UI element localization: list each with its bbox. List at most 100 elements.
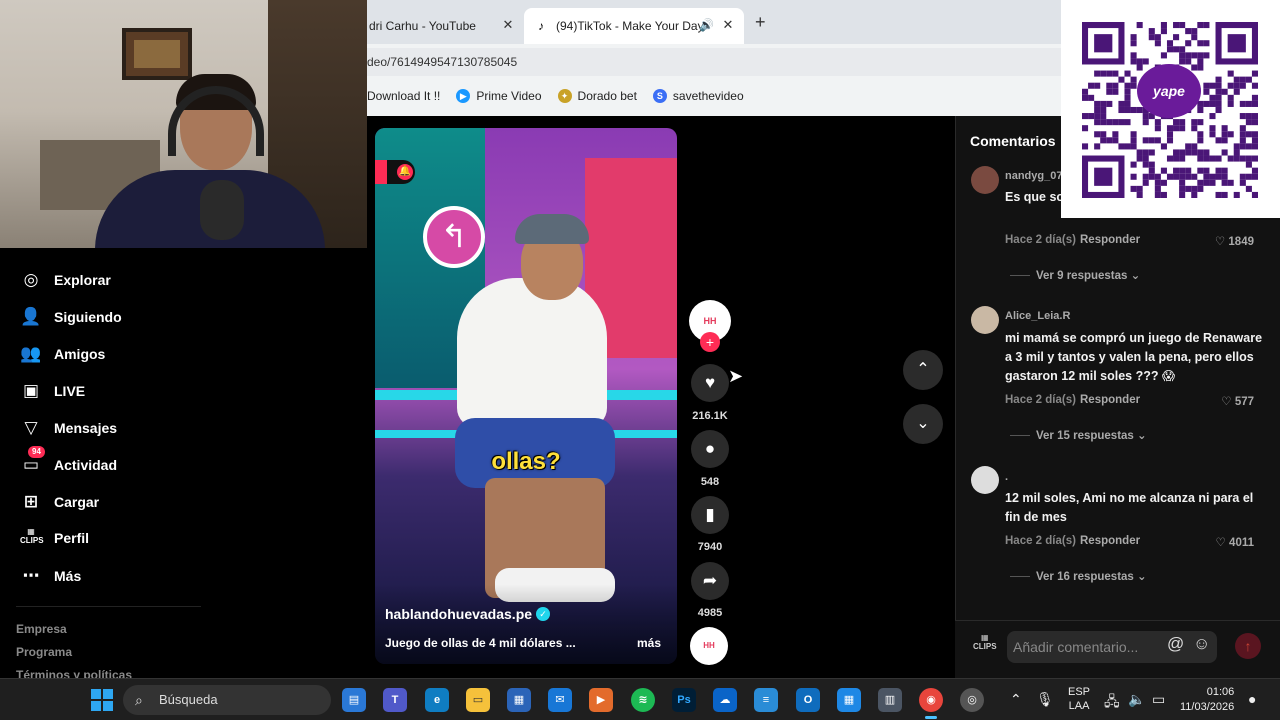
comment-like-button[interactable]: ♡ 577	[1221, 394, 1254, 408]
reply-button[interactable]: Responder	[1080, 234, 1140, 246]
qr-module	[1185, 40, 1192, 47]
teams-icon[interactable]: T	[383, 688, 407, 712]
spotify-icon[interactable]: ≋	[631, 688, 655, 712]
view-replies-button[interactable]: Ver 15 respuestas ⌄	[1010, 428, 1147, 442]
video-author[interactable]: hablandohuevadas.pe ✓	[385, 606, 551, 622]
media-player-icon[interactable]: ▶	[589, 688, 613, 712]
language-indicator[interactable]: ESP LAA	[1068, 685, 1090, 713]
share-count: 4985	[697, 607, 723, 619]
video-player[interactable]: ↰ 🔔 ollas? hablandohuevadas.pe ✓ Juego d…	[375, 128, 677, 664]
sidebar-item-amigos[interactable]: 👥 Amigos	[20, 342, 105, 366]
qr-module	[1185, 28, 1192, 35]
photoshop-icon[interactable]: Ps	[672, 688, 696, 712]
taskbar-clock[interactable]: 01:06 11/03/2026	[1180, 685, 1234, 715]
qr-module	[1094, 70, 1101, 77]
qr-module	[1197, 106, 1204, 114]
store-icon[interactable]: ▦	[507, 688, 531, 712]
tab-youtube[interactable]: dri Carhu - YouTube ✕	[367, 8, 524, 44]
obs-icon[interactable]: ◎	[960, 688, 984, 712]
view-replies-button[interactable]: Ver 9 respuestas ⌄	[1010, 268, 1140, 282]
sidebar-item-explorar[interactable]: ◎ Explorar	[20, 268, 111, 292]
bookmark-icon: ▮	[705, 505, 715, 524]
bookmark-dorado-bet[interactable]: ✦ Dorado bet	[557, 89, 637, 103]
close-icon[interactable]: ✕	[720, 17, 736, 33]
sidebar-item-actividad[interactable]: ▭ 94 Actividad	[20, 446, 117, 477]
edge-icon[interactable]: e	[425, 688, 449, 712]
avatar[interactable]	[971, 466, 999, 494]
windows-start-button[interactable]	[91, 689, 113, 711]
sidebar-item-mas[interactable]: ⋯ Más	[20, 564, 82, 588]
sidebar-item-live[interactable]: ▣ LIVE	[20, 379, 85, 403]
close-icon[interactable]: ✕	[500, 17, 516, 33]
qr-module	[1179, 149, 1186, 156]
notification-icon[interactable]: ●	[1248, 691, 1256, 707]
bookmark-download[interactable]: Download It !!	[367, 89, 440, 103]
footer-link-programa[interactable]: Programa	[16, 645, 72, 659]
bookmark-savethevideo[interactable]: S savethevideo	[652, 89, 744, 103]
notepad-icon[interactable]: ≡	[754, 688, 778, 712]
qr-module	[1221, 173, 1228, 180]
microphone-icon[interactable]: 🎙	[1036, 691, 1054, 708]
sidebar-item-cargar[interactable]: ⊞ Cargar	[20, 490, 99, 514]
keyboard-layout: LAA	[1068, 700, 1090, 712]
network-icon[interactable]: 🖧	[1104, 691, 1120, 715]
previous-video-button[interactable]: ⌃	[903, 350, 943, 390]
outlook-icon[interactable]: O	[796, 688, 820, 712]
file-explorer-icon[interactable]: ▭	[466, 688, 490, 712]
new-tab-button[interactable]: +	[755, 12, 766, 33]
calculator-icon[interactable]: ▥	[878, 688, 902, 712]
follow-plus-icon[interactable]: +	[700, 332, 720, 352]
qr-module	[1203, 22, 1210, 29]
qr-module	[1130, 143, 1137, 150]
mention-icon[interactable]: @	[1167, 634, 1184, 654]
qr-module	[1124, 82, 1131, 89]
task-view-icon[interactable]: ▤	[342, 688, 366, 712]
comment-like-button[interactable]: ♡ 1849	[1215, 234, 1254, 248]
comment-username[interactable]: nandyg_07	[1005, 170, 1062, 182]
comment-username[interactable]: Alice_Leia.R	[1005, 310, 1070, 322]
qr-module	[1209, 100, 1216, 107]
inbox-icon: ▭ 94	[20, 446, 45, 476]
taskbar-search[interactable]: ⌕ Búsqueda	[123, 685, 331, 715]
next-video-button[interactable]: ⌄	[903, 404, 943, 444]
comment-like-button[interactable]: ♡ 4011	[1216, 535, 1254, 549]
music-disc-avatar[interactable]: HH	[690, 627, 728, 665]
battery-icon[interactable]: ▭	[1152, 691, 1165, 708]
chrome-icon[interactable]: ◉	[919, 688, 943, 712]
reply-button[interactable]: Responder	[1080, 535, 1140, 547]
calendar-icon[interactable]: ▦	[837, 688, 861, 712]
mail-icon[interactable]: ✉	[548, 688, 572, 712]
view-replies-button[interactable]: Ver 16 respuestas ⌄	[1010, 569, 1147, 583]
sidebar-item-mensajes[interactable]: ▽ Mensajes	[20, 416, 117, 440]
qr-module	[1130, 52, 1137, 59]
qr-module	[1148, 28, 1155, 35]
save-button[interactable]: ▮	[691, 496, 729, 534]
qr-module	[1227, 94, 1234, 101]
active-app-indicator	[925, 716, 937, 719]
like-button[interactable]: ♥	[691, 364, 729, 402]
url-text[interactable]: deo/7614949547130785045	[367, 55, 517, 69]
send-comment-button[interactable]: ↑	[1235, 633, 1261, 659]
more-link[interactable]: más	[637, 636, 661, 650]
avatar[interactable]	[971, 166, 999, 194]
onedrive-icon[interactable]: ☁	[713, 688, 737, 712]
sidebar-item-perfil[interactable]: ▦ CLIPS Perfil	[20, 526, 89, 550]
live-indicator[interactable]: 🔔	[375, 160, 415, 184]
speaker-icon[interactable]: 🔊	[699, 18, 714, 32]
comment-button[interactable]: ●	[691, 430, 729, 468]
footer-link-empresa[interactable]: Empresa	[16, 622, 67, 636]
share-button[interactable]: ➦	[691, 562, 729, 600]
tab-tiktok[interactable]: ♪ (94)TikTok - Make Your Day 🔊 ✕	[524, 8, 744, 44]
qr-module	[1082, 88, 1089, 95]
comment-input[interactable]: Añadir comentario...	[1007, 631, 1217, 663]
emoji-icon[interactable]: ☺	[1193, 634, 1210, 654]
qr-module	[1215, 155, 1222, 162]
sidebar-item-siguiendo[interactable]: 👤 Siguiendo	[20, 305, 121, 329]
qr-module	[1245, 155, 1252, 162]
bookmark-prime-video[interactable]: ▶ Prime Video	[456, 89, 542, 103]
volume-icon[interactable]: 🔈	[1128, 691, 1145, 708]
reply-button[interactable]: Responder	[1080, 394, 1140, 406]
avatar[interactable]	[971, 306, 999, 334]
comment-username[interactable]: .	[1005, 471, 1008, 483]
chevron-up-icon[interactable]: ⌃	[1010, 691, 1022, 708]
